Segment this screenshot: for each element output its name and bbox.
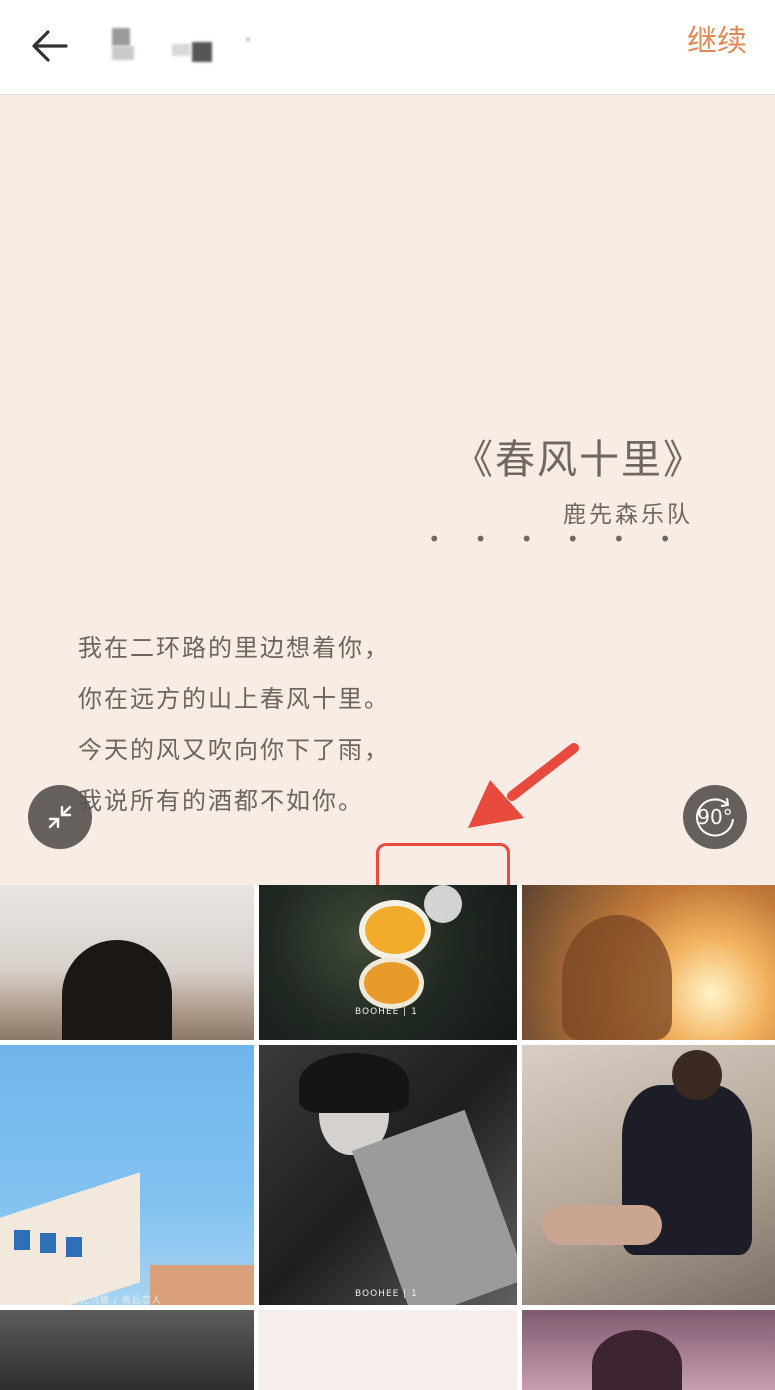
rotate-90-button[interactable]: 90°	[683, 785, 747, 849]
song-title: 《春风十里》	[453, 437, 705, 483]
template-caption: BOOHEE | 1	[355, 1289, 418, 1299]
template-tile[interactable]	[0, 1310, 254, 1390]
artist-name: 鹿先森乐队	[563, 502, 693, 528]
lyrics-block: 我在二环路的里边想着你， 你在远方的山上春风十里。 今天的风又吹向你下了雨， 我…	[78, 623, 390, 827]
back-arrow-icon[interactable]	[26, 22, 74, 70]
continue-button[interactable]: 继续	[687, 22, 747, 62]
template-tile[interactable]: BOOHEE | 1	[259, 1045, 517, 1305]
annotation-arrow-icon	[468, 743, 579, 828]
decorative-dots: • • • • • •	[428, 527, 685, 551]
template-tile[interactable]	[522, 885, 775, 1040]
lyric-line: 你在远方的山上春风十里。	[78, 685, 390, 713]
top-bar: 继续	[0, 0, 775, 95]
page-title-blurred	[112, 28, 252, 68]
template-grid: BOOHEE | 1 日光沉稳 / 雨后恋人 BOOHEE | 1	[0, 885, 775, 1390]
template-tile[interactable]	[0, 885, 254, 1040]
lyric-line: 我在二环路的里边想着你，	[78, 634, 390, 662]
template-tile[interactable]	[259, 1310, 517, 1390]
selected-indicator-icon	[424, 885, 462, 923]
shrink-icon	[48, 805, 72, 829]
template-caption: 日光沉稳 / 雨后恋人	[70, 1296, 162, 1305]
template-tile[interactable]: 日光沉稳 / 雨后恋人	[0, 1045, 254, 1305]
rotate-label: 90°	[697, 805, 733, 829]
card-preview: 《春风十里》 鹿先森乐队 • • • • • • 我在二环路的里边想着你， 你在…	[0, 95, 775, 885]
template-tile[interactable]: BOOHEE | 1	[259, 885, 517, 1040]
shrink-button[interactable]	[28, 785, 92, 849]
template-caption: BOOHEE | 1	[355, 1007, 418, 1017]
template-tile[interactable]	[522, 1045, 775, 1305]
lyric-line: 今天的风又吹向你下了雨，	[78, 736, 390, 764]
template-tile[interactable]	[522, 1310, 775, 1390]
lyric-line: 我说所有的酒都不如你。	[78, 787, 364, 815]
